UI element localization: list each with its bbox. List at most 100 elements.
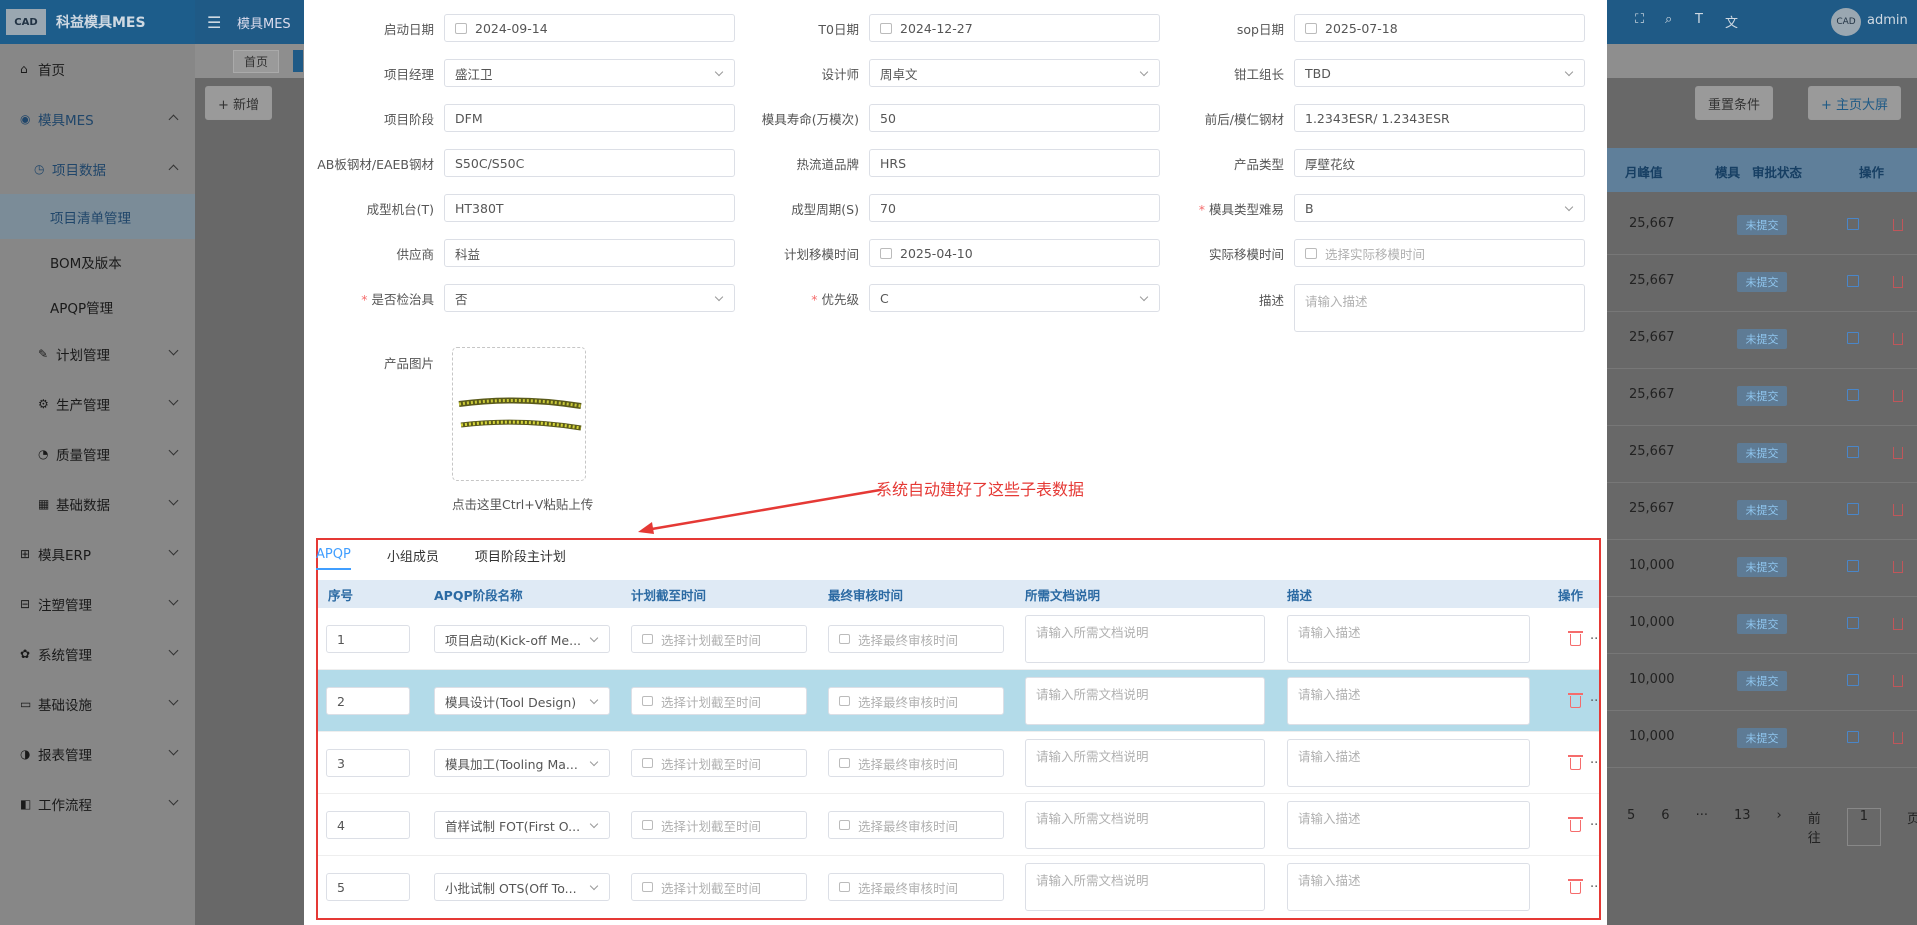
edit-icon[interactable] <box>1847 218 1859 230</box>
edit-icon[interactable] <box>1847 731 1859 743</box>
table-row[interactable]: 10,000 未提交 <box>1607 654 1917 711</box>
machine-input[interactable]: HT380T <box>444 194 735 222</box>
sidebar-item-system[interactable]: ✿ 系统管理 <box>0 629 195 679</box>
user-name[interactable]: admin <box>1867 13 1908 28</box>
supplier-input[interactable]: 科益 <box>444 239 735 267</box>
more-icon[interactable]: .. <box>1590 814 1598 829</box>
edit-icon[interactable] <box>1847 389 1859 401</box>
seq-input[interactable]: 3 <box>326 749 410 777</box>
fixture-select[interactable]: 否 <box>444 284 735 312</box>
edit-icon[interactable] <box>1847 275 1859 287</box>
sidebar-item-plan[interactable]: ✎ 计划管理 <box>0 329 195 379</box>
t0-date-picker[interactable]: 2024-12-27 <box>869 14 1160 42</box>
stage-select[interactable]: 小批试制 OTS(Off To... <box>434 873 610 901</box>
cycle-input[interactable]: 70 <box>869 194 1160 222</box>
seq-input[interactable]: 4 <box>326 811 410 839</box>
delete-icon[interactable] <box>1893 675 1903 687</box>
review-date-picker[interactable]: 选择最终审核时间 <box>828 873 1004 901</box>
sidebar-item-project-list[interactable]: 项目清单管理 <box>0 194 195 239</box>
edit-icon[interactable] <box>1847 617 1859 629</box>
table-row[interactable]: 25,667 未提交 <box>1607 483 1917 540</box>
page-number[interactable]: 13 <box>1734 808 1751 846</box>
desc-textarea[interactable]: 请输入描述 <box>1287 739 1530 787</box>
plate-steel-input[interactable]: S50C/S50C <box>444 149 735 177</box>
sidebar-item-report[interactable]: ◑ 报表管理 <box>0 729 195 779</box>
review-date-picker[interactable]: 选择最终审核时间 <box>828 687 1004 715</box>
delete-icon[interactable] <box>1893 333 1903 345</box>
table-row[interactable]: 10,000 未提交 <box>1607 711 1917 768</box>
table-row[interactable]: 25,667 未提交 <box>1607 426 1917 483</box>
pm-select[interactable]: 盛江卫 <box>444 59 735 87</box>
stage-select[interactable]: 项目启动(Kick-off Me... <box>434 625 610 653</box>
goto-input[interactable]: 1 <box>1846 808 1882 846</box>
mold-life-input[interactable]: 50 <box>869 104 1160 132</box>
stage-select[interactable]: 模具加工(Tooling Ma... <box>434 749 610 777</box>
sidebar-item-bom[interactable]: BOM及版本 <box>0 239 195 284</box>
page-more[interactable]: ··· <box>1696 808 1708 846</box>
tab-apqp[interactable]: APQP <box>316 541 351 570</box>
hot-runner-input[interactable]: HRS <box>869 149 1160 177</box>
seq-input[interactable]: 5 <box>326 873 410 901</box>
review-date-picker[interactable]: 选择最终审核时间 <box>828 749 1004 777</box>
desc-textarea[interactable]: 请输入描述 <box>1287 677 1530 725</box>
edit-icon[interactable] <box>1847 503 1859 515</box>
sidebar-item-mes[interactable]: ◉ 模具MES <box>0 94 195 144</box>
delete-icon[interactable] <box>1893 618 1903 630</box>
stage-input[interactable]: DFM <box>444 104 735 132</box>
designer-select[interactable]: 周卓文 <box>869 59 1160 87</box>
seq-input[interactable]: 1 <box>326 625 410 653</box>
delete-icon[interactable] <box>1893 390 1903 402</box>
delete-icon[interactable] <box>1893 276 1903 288</box>
tab-team-members[interactable]: 小组成员 <box>387 540 439 571</box>
stage-select[interactable]: 模具设计(Tool Design) <box>434 687 610 715</box>
table-row[interactable]: 25,667 未提交 <box>1607 255 1917 312</box>
sidebar-item-production[interactable]: ⚙ 生产管理 <box>0 379 195 429</box>
delete-icon[interactable] <box>1893 732 1903 744</box>
tag-home[interactable]: 首页 <box>233 50 280 73</box>
start-date-picker[interactable]: 2024-09-14 <box>444 14 735 42</box>
product-type-input[interactable]: 厚壁花纹 <box>1294 149 1585 177</box>
sidebar-item-erp[interactable]: ⊞ 模具ERP <box>0 529 195 579</box>
table-row[interactable]: 25,667 未提交 <box>1607 312 1917 369</box>
review-date-picker[interactable]: 选择最终审核时间 <box>828 625 1004 653</box>
sidebar-item-apqp[interactable]: APQP管理 <box>0 284 195 329</box>
sidebar-item-project-data[interactable]: ◷ 项目数据 <box>0 144 195 194</box>
doc-textarea[interactable]: 请输入所需文档说明 <box>1025 863 1265 911</box>
table-row[interactable]: 10,000 未提交 <box>1607 540 1917 597</box>
language-icon[interactable]: 文 <box>1725 12 1738 31</box>
avatar[interactable]: CAD <box>1831 8 1861 36</box>
hamburger-icon[interactable]: ☰ <box>207 13 221 32</box>
edit-icon[interactable] <box>1847 560 1859 572</box>
delete-icon[interactable] <box>1568 879 1583 894</box>
edit-icon[interactable] <box>1847 674 1859 686</box>
delete-icon[interactable] <box>1568 817 1583 832</box>
product-image-upload[interactable] <box>452 347 586 481</box>
delete-icon[interactable] <box>1893 561 1903 573</box>
plan-date-picker[interactable]: 选择计划截至时间 <box>631 749 807 777</box>
fullscreen-icon[interactable]: ⛶ <box>1635 12 1644 27</box>
desc-textarea[interactable]: 请输入描述 <box>1287 801 1530 849</box>
sidebar-item-home[interactable]: ⌂ 首页 <box>0 44 195 94</box>
sop-date-picker[interactable]: 2025-07-18 <box>1294 14 1585 42</box>
tag-active[interactable] <box>293 50 303 72</box>
delete-icon[interactable] <box>1893 504 1903 516</box>
fitter-lead-select[interactable]: TBD <box>1294 59 1585 87</box>
doc-textarea[interactable]: 请输入所需文档说明 <box>1025 615 1265 663</box>
edit-icon[interactable] <box>1847 446 1859 458</box>
more-icon[interactable]: .. <box>1590 628 1598 643</box>
tab-master-plan[interactable]: 项目阶段主计划 <box>475 540 566 571</box>
plan-date-picker[interactable]: 选择计划截至时间 <box>631 873 807 901</box>
more-icon[interactable]: .. <box>1590 690 1598 705</box>
plan-move-picker[interactable]: 2025-04-10 <box>869 239 1160 267</box>
add-button[interactable]: + 新增 <box>205 86 273 120</box>
delete-icon[interactable] <box>1893 219 1903 231</box>
difficulty-select[interactable]: B <box>1294 194 1585 222</box>
delete-icon[interactable] <box>1893 447 1903 459</box>
actual-move-picker[interactable]: 选择实际移模时间 <box>1294 239 1585 267</box>
priority-select[interactable]: C <box>869 284 1160 312</box>
more-icon[interactable]: .. <box>1590 876 1598 891</box>
delete-icon[interactable] <box>1568 631 1583 646</box>
delete-icon[interactable] <box>1568 755 1583 770</box>
stage-select[interactable]: 首样试制 FOT(First O... <box>434 811 610 839</box>
page-number[interactable]: 5 <box>1627 808 1635 846</box>
